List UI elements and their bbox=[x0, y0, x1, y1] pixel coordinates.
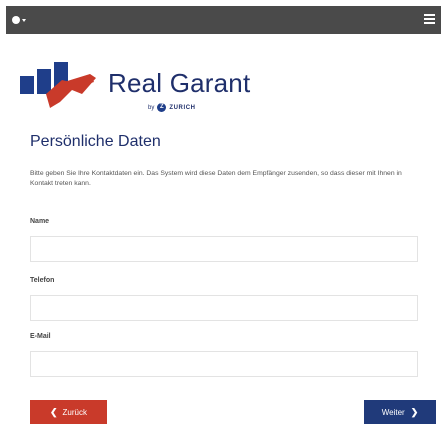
real-garant-logo-icon bbox=[20, 62, 96, 108]
phone-label: Telefon bbox=[30, 277, 55, 284]
name-input[interactable] bbox=[30, 236, 418, 262]
email-input[interactable] bbox=[30, 351, 418, 377]
top-bar bbox=[6, 6, 441, 34]
intro-text: Bitte geben Sie Ihre Kontaktdaten ein. D… bbox=[30, 170, 402, 187]
chevron-left-icon: ❮ bbox=[50, 406, 58, 417]
brand-logo: Real Garant by Z ZURICH bbox=[20, 56, 280, 116]
next-button[interactable]: Weiter ❯ bbox=[364, 400, 436, 424]
name-label: Name bbox=[30, 218, 50, 225]
brand-by-text: by bbox=[148, 104, 155, 111]
next-button-label: Weiter bbox=[381, 407, 405, 417]
page: Real Garant by Z ZURICH Persönliche Date… bbox=[0, 0, 447, 430]
language-selector[interactable] bbox=[12, 12, 26, 28]
back-button[interactable]: ❮ Zurück bbox=[30, 400, 107, 424]
brand-partner: by Z ZURICH bbox=[148, 103, 196, 112]
brand-name: Real Garant bbox=[108, 68, 251, 98]
zurich-logo-icon: Z bbox=[157, 103, 167, 112]
page-title: Persönliche Daten bbox=[30, 133, 161, 150]
globe-icon bbox=[12, 16, 20, 24]
phone-input[interactable] bbox=[30, 295, 418, 321]
chevron-right-icon: ❯ bbox=[410, 406, 419, 417]
email-label: E-Mail bbox=[30, 333, 51, 340]
hamburger-menu-icon[interactable] bbox=[424, 14, 435, 24]
chevron-down-icon bbox=[22, 18, 26, 22]
back-button-label: Zurück bbox=[62, 407, 87, 417]
partner-name: ZURICH bbox=[169, 104, 196, 111]
